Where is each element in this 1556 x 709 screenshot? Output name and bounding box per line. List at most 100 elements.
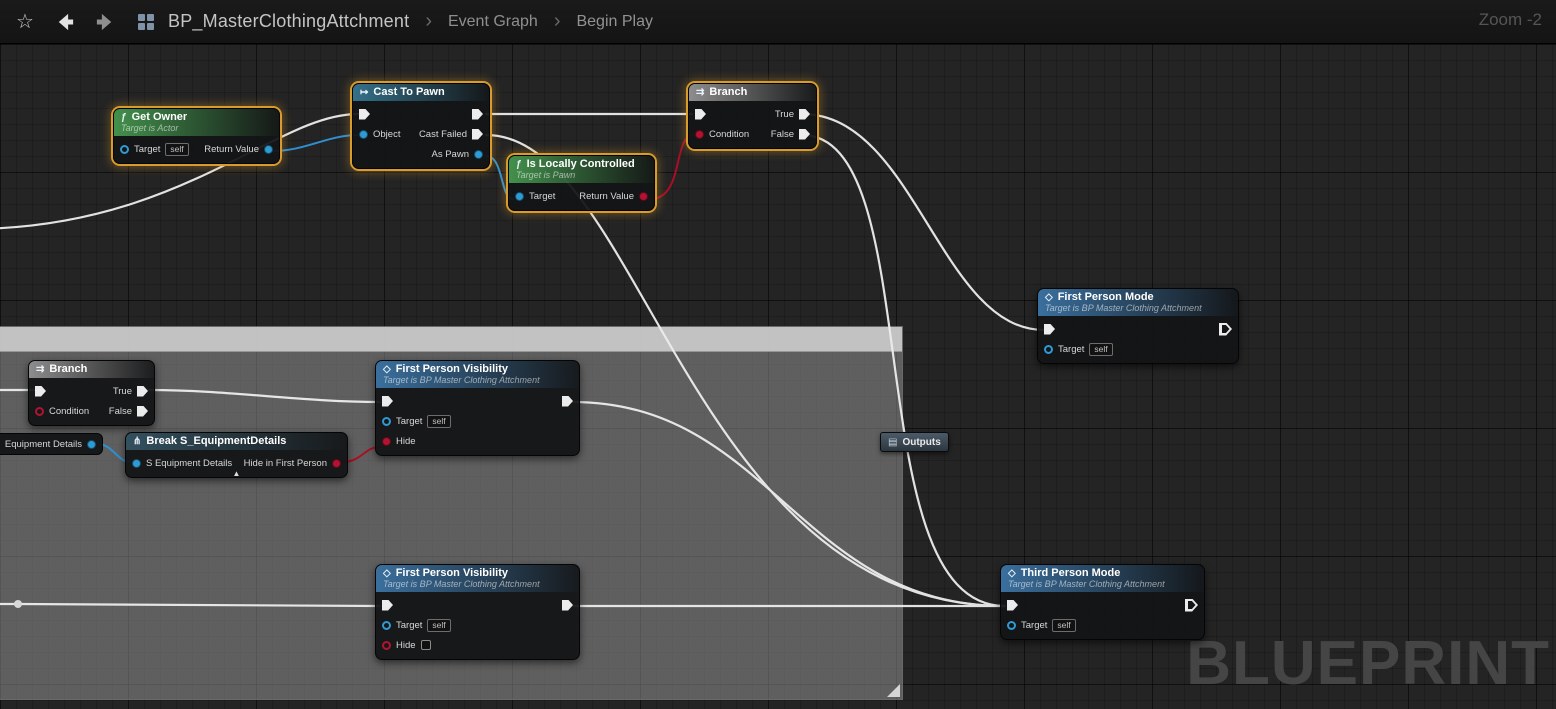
node-subtitle: Target is BP Master Clothing Attchment xyxy=(383,375,572,385)
branch-icon: ⇉ xyxy=(36,364,44,375)
breadcrumb-toolbar: ☆ BP_MasterClothingAttchment › Event Gra… xyxy=(0,0,1556,44)
condition-pin[interactable] xyxy=(35,407,44,416)
hide-checkbox[interactable] xyxy=(421,640,431,650)
target-pin[interactable] xyxy=(1007,621,1016,630)
return-value-pin[interactable] xyxy=(264,145,273,154)
object-pin[interactable] xyxy=(359,130,368,139)
node-title: Branch xyxy=(709,86,747,98)
node-first-person-visibility-bottom[interactable]: ◇ First Person Visibility Target is BP Ma… xyxy=(375,564,580,660)
node-break-equipment-details[interactable]: ⋔Break S_EquipmentDetails S Equipment De… xyxy=(125,432,348,478)
forward-arrow-icon[interactable] xyxy=(92,9,118,35)
zoom-level-label: Zoom -2 xyxy=(1479,10,1542,30)
node-equipment-details-partial[interactable]: Equipment Details xyxy=(0,433,103,455)
self-input[interactable]: self xyxy=(165,143,188,156)
favorite-star-icon[interactable]: ☆ xyxy=(12,9,38,35)
target-pin[interactable] xyxy=(382,417,391,426)
function-icon: ƒ xyxy=(121,112,127,123)
node-title: Break S_EquipmentDetails xyxy=(146,435,286,447)
exec-out-pin[interactable] xyxy=(1219,323,1232,336)
exec-in-pin[interactable] xyxy=(1044,324,1055,335)
exec-out-pin[interactable] xyxy=(1185,599,1198,612)
exec-in-pin[interactable] xyxy=(695,109,706,120)
comment-resize-handle[interactable] xyxy=(887,684,900,697)
node-title: Cast To Pawn xyxy=(373,86,444,98)
exec-in-pin[interactable] xyxy=(35,386,46,397)
return-value-pin[interactable] xyxy=(639,192,648,201)
exec-in-pin[interactable] xyxy=(1007,600,1018,611)
node-cast-to-pawn[interactable]: ↦Cast To Pawn Object Cast Failed As Pawn xyxy=(352,83,490,169)
comment-title-bar[interactable] xyxy=(0,327,902,352)
outputs-label: Outputs xyxy=(902,437,940,448)
exec-out-pin[interactable] xyxy=(472,109,483,120)
self-input[interactable]: self xyxy=(1052,619,1075,632)
node-title: Branch xyxy=(49,363,87,375)
breadcrumb-begin-play[interactable]: Begin Play xyxy=(576,13,653,31)
exec-out-pin[interactable] xyxy=(562,396,573,407)
node-title: First Person Visibility xyxy=(396,363,508,375)
as-pawn-pin[interactable] xyxy=(474,150,483,159)
branch-icon: ⇉ xyxy=(696,87,704,98)
equipment-details-label: Equipment Details xyxy=(5,439,82,450)
function-call-icon: ◇ xyxy=(1008,568,1016,579)
breadcrumb-event-graph[interactable]: Event Graph xyxy=(448,13,538,31)
break-struct-icon: ⋔ xyxy=(133,436,141,447)
target-pin[interactable] xyxy=(515,192,524,201)
false-exec-pin[interactable] xyxy=(137,406,148,417)
function-call-icon: ◇ xyxy=(1045,292,1053,303)
node-subtitle: Target is Actor xyxy=(121,123,272,133)
hide-pin[interactable] xyxy=(382,437,391,446)
exec-in-pin[interactable] xyxy=(382,600,393,611)
node-first-person-mode[interactable]: ◇ First Person Mode Target is BP Master C… xyxy=(1037,288,1239,364)
node-is-locally-controlled[interactable]: ƒIs Locally Controlled Target is Pawn Ta… xyxy=(508,155,655,211)
self-input[interactable]: self xyxy=(427,415,450,428)
true-exec-pin[interactable] xyxy=(137,386,148,397)
exec-in-pin[interactable] xyxy=(359,109,370,120)
node-title: Is Locally Controlled xyxy=(527,158,635,170)
false-exec-pin[interactable] xyxy=(799,129,810,140)
node-outputs-tunnel[interactable]: ▤ Outputs xyxy=(880,432,949,452)
node-first-person-visibility-top[interactable]: ◇ First Person Visibility Target is BP Ma… xyxy=(375,360,580,456)
exec-in-pin[interactable] xyxy=(382,396,393,407)
condition-pin[interactable] xyxy=(695,130,704,139)
struct-in-pin[interactable] xyxy=(132,459,141,468)
node-title: Get Owner xyxy=(132,111,188,123)
cast-icon: ↦ xyxy=(360,87,368,98)
node-title: First Person Mode xyxy=(1058,291,1154,303)
self-input[interactable]: self xyxy=(427,619,450,632)
breadcrumb-separator: › xyxy=(552,10,563,33)
hide-pin[interactable] xyxy=(382,641,391,650)
event-graph-canvas[interactable]: BLUEPRINT ƒG xyxy=(0,44,1556,709)
function-call-icon: ◇ xyxy=(383,364,391,375)
true-exec-pin[interactable] xyxy=(799,109,810,120)
target-pin[interactable] xyxy=(1044,345,1053,354)
exec-out-pin[interactable] xyxy=(562,600,573,611)
node-branch-left[interactable]: ⇉Branch True Condition False xyxy=(28,360,155,426)
self-input[interactable]: self xyxy=(1089,343,1112,356)
node-subtitle: Target is BP Master Clothing Attchment xyxy=(1045,303,1231,313)
node-subtitle: Target is BP Master Clothing Attchment xyxy=(383,579,572,589)
bool-wire xyxy=(650,135,694,199)
target-pin[interactable] xyxy=(120,145,129,154)
cast-failed-pin[interactable] xyxy=(472,129,483,140)
back-arrow-icon[interactable] xyxy=(52,9,78,35)
node-branch-top[interactable]: ⇉Branch True Condition False xyxy=(688,83,817,149)
function-icon: ƒ xyxy=(516,159,522,170)
outputs-icon: ▤ xyxy=(888,437,897,448)
object-wire xyxy=(273,135,358,151)
function-call-icon: ◇ xyxy=(383,568,391,579)
equipment-details-out-pin[interactable] xyxy=(87,440,96,449)
node-title: First Person Visibility xyxy=(396,567,508,579)
blueprint-class-icon xyxy=(138,14,154,30)
node-title: Third Person Mode xyxy=(1021,567,1121,579)
node-get-owner[interactable]: ƒGet Owner Target is Actor Targetself Re… xyxy=(113,108,280,164)
exec-wire xyxy=(802,114,1044,330)
target-pin[interactable] xyxy=(382,621,391,630)
blueprint-watermark: BLUEPRINT xyxy=(1186,628,1550,699)
node-subtitle: Target is BP Master Clothing Attchment xyxy=(1008,579,1197,589)
hide-in-first-person-pin[interactable] xyxy=(332,459,341,468)
node-third-person-mode[interactable]: ◇ Third Person Mode Target is BP Master C… xyxy=(1000,564,1205,640)
breadcrumb-blueprint-name[interactable]: BP_MasterClothingAttchment xyxy=(168,11,409,32)
node-subtitle: Target is Pawn xyxy=(516,170,647,180)
breadcrumb-separator: › xyxy=(423,10,434,33)
collapse-arrow-icon[interactable]: ▲ xyxy=(233,470,241,478)
